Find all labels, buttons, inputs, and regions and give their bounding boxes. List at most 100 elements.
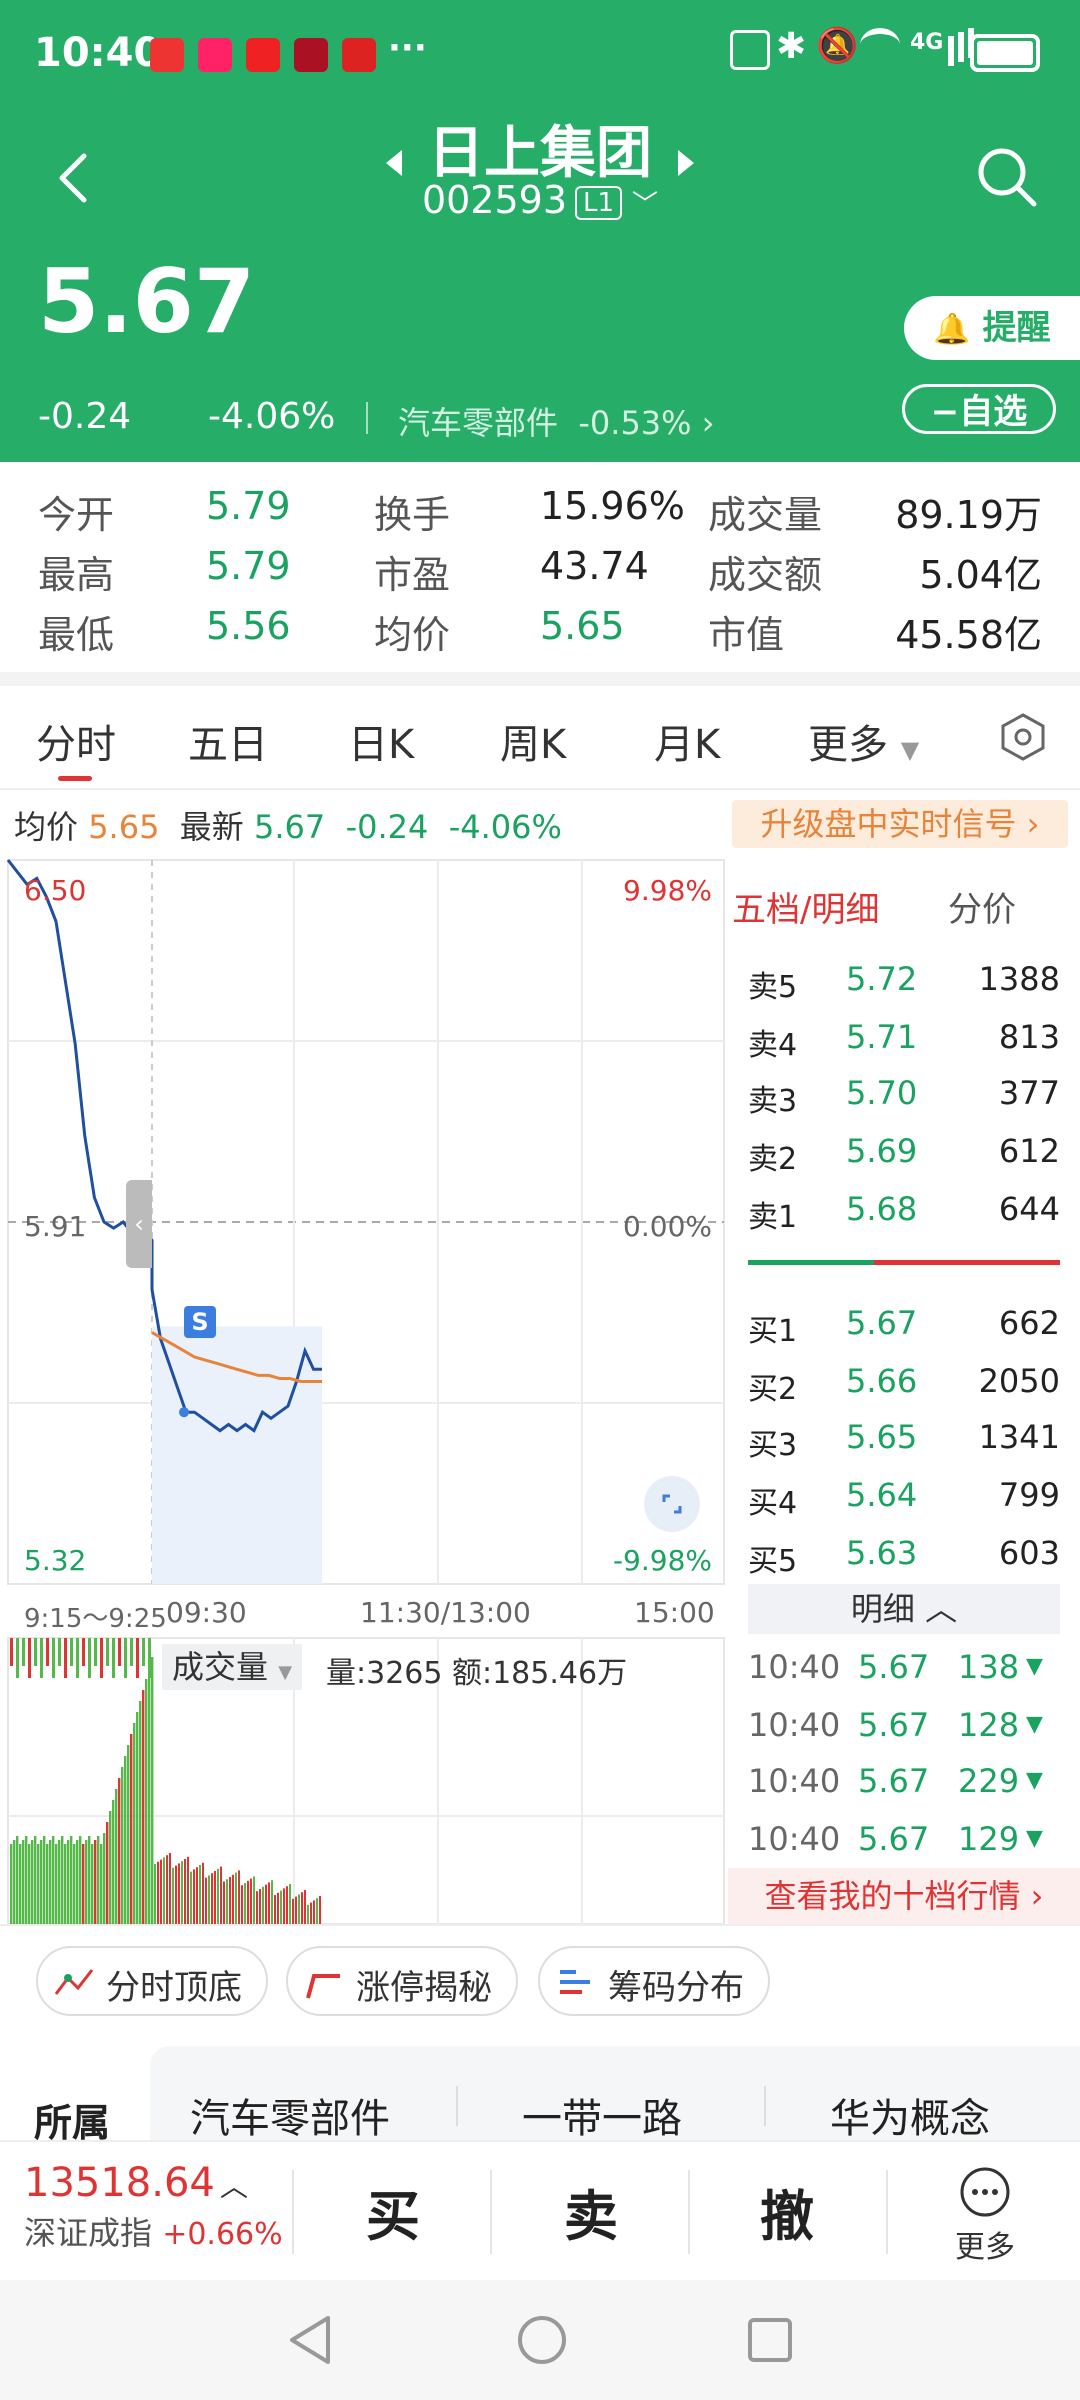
volume-bar <box>271 1880 273 1924</box>
sell-signal-marker[interactable]: S <box>184 1306 216 1338</box>
volume-bar <box>298 1894 300 1924</box>
remind-button[interactable]: 🔔 提醒 <box>904 296 1080 360</box>
volume-bar <box>31 1840 34 1924</box>
volume-bar <box>49 1840 52 1924</box>
tick-price: 5.67 <box>858 1648 930 1686</box>
volume-bar <box>142 1690 145 1924</box>
volume-bar <box>145 1679 148 1924</box>
sell5-price: 5.72 <box>846 960 918 998</box>
volume-bar <box>124 1638 127 1678</box>
volume-bar <box>79 1836 82 1924</box>
sector-link[interactable]: 汽车零部件 -0.53% › <box>398 398 715 444</box>
divider <box>886 2170 888 2254</box>
volume-bar <box>313 1900 315 1924</box>
sell3-price: 5.70 <box>846 1074 918 1112</box>
down-arrow-icon: ▼ <box>1026 1826 1043 1851</box>
volume-bar <box>106 1822 109 1924</box>
tab-indicator <box>58 776 92 781</box>
search-icon[interactable] <box>976 146 1038 208</box>
volume-bar <box>130 1734 133 1924</box>
stat-label: 成交额 <box>708 553 823 597</box>
volume-bar <box>295 1896 297 1924</box>
bell-icon: 🔔 <box>933 312 971 347</box>
volume-bar <box>118 1638 121 1666</box>
volume-bar <box>310 1902 312 1924</box>
volume-bar <box>73 1844 76 1924</box>
sell3-label: 卖3 <box>748 1084 798 1119</box>
tab-orderbook[interactable]: 五档/明细 <box>732 882 879 931</box>
tick-vol: 128 <box>958 1706 1020 1744</box>
concept-item[interactable]: 华为概念 <box>830 2086 990 2144</box>
divider <box>366 402 368 434</box>
chip-distribution-button[interactable]: 筹码分布 <box>538 1946 770 2016</box>
tab-intraday[interactable]: 分时 <box>36 712 116 770</box>
volume-bar <box>133 1723 136 1924</box>
add-watchlist-button[interactable]: −自选 <box>902 384 1056 434</box>
volume-bar <box>112 1800 115 1924</box>
volume-bar <box>292 1898 294 1924</box>
nav-back-icon[interactable] <box>286 2314 334 2366</box>
app-icon <box>246 38 280 72</box>
volume-bar <box>319 1896 321 1924</box>
network-type: 4G <box>910 30 944 55</box>
collapse-handle[interactable]: ‹ <box>126 1180 152 1268</box>
fullscreen-button[interactable] <box>644 1476 700 1532</box>
intraday-top-bottom-button[interactable]: 分时顶底 <box>36 1946 268 2016</box>
more-actions-button[interactable]: 更多 <box>940 2166 1030 2266</box>
tab-weekly-k[interactable]: 周K <box>500 712 566 770</box>
more-dots-icon <box>960 2167 1010 2217</box>
intraday-chart[interactable] <box>0 858 726 1588</box>
volume-bar <box>10 1844 13 1924</box>
bluetooth-icon: ✱ <box>776 26 807 67</box>
volume-bar <box>94 1638 97 1666</box>
volume-bar <box>136 1638 139 1678</box>
volume-bar <box>88 1638 91 1678</box>
pct-top-label: 9.98% <box>623 874 712 907</box>
cancel-order-button[interactable]: 撤 <box>692 2172 882 2251</box>
sell4-price: 5.71 <box>846 1018 918 1056</box>
limit-up-reveal-button[interactable]: 涨停揭秘 <box>286 1946 518 2016</box>
tab-five-day[interactable]: 五日 <box>188 712 268 770</box>
tab-daily-k[interactable]: 日K <box>348 712 414 770</box>
nav-home-icon[interactable] <box>516 2314 568 2366</box>
divider <box>456 2086 458 2126</box>
sell-button[interactable]: 卖 <box>496 2172 686 2251</box>
index-widget[interactable]: 13518.64 ︿ 深证成指 +0.66% <box>24 2160 283 2254</box>
volume-bar <box>268 1882 270 1924</box>
volume-bar <box>211 1873 213 1924</box>
volume-bar <box>214 1871 216 1924</box>
tab-monthly-k[interactable]: 月K <box>654 712 720 770</box>
volume-bar <box>130 1638 133 1666</box>
chip-bars-icon <box>560 1970 590 1994</box>
sell4-vol: 813 <box>998 1018 1060 1056</box>
volume-bar <box>250 1878 252 1924</box>
signal-icon <box>948 36 954 66</box>
buy3-vol: 1341 <box>978 1418 1060 1456</box>
detail-toggle[interactable]: 明细 ︿ <box>748 1584 1060 1634</box>
sell4-label: 卖4 <box>748 1028 798 1063</box>
volume-bar <box>223 1881 225 1924</box>
volume-bar <box>154 1864 156 1924</box>
settings-hex-icon[interactable] <box>998 712 1048 762</box>
volume-bar <box>55 1844 58 1924</box>
nav-recents-icon[interactable] <box>746 2316 794 2364</box>
volume-indicator-select[interactable]: 成交量 ▼ <box>162 1644 303 1690</box>
stat-label: 均价 <box>374 613 451 657</box>
tab-price-dist[interactable]: 分价 <box>948 882 1016 931</box>
detail-label: 明细 <box>850 1590 915 1628</box>
latest-label: 最新 <box>179 808 244 846</box>
buy-button[interactable]: 买 <box>300 2172 486 2251</box>
buy5-price: 5.63 <box>846 1534 918 1572</box>
tab-more[interactable]: 更多 ▼ <box>808 712 919 770</box>
volume-bar <box>19 1844 22 1924</box>
chevron-down-icon: ﹀ <box>632 190 659 220</box>
concept-item[interactable]: 汽车零部件 <box>190 2086 390 2144</box>
volume-bar <box>232 1874 234 1924</box>
step-up-icon <box>306 1974 340 1999</box>
ten-level-link[interactable]: 查看我的十档行情 › <box>728 1868 1080 1924</box>
upgrade-signal-banner[interactable]: 升级盘中实时信号 › <box>732 800 1068 848</box>
stock-code-row[interactable]: 002593 L1 ﹀ <box>0 178 1080 222</box>
buy1-price: 5.67 <box>846 1304 918 1342</box>
concept-item[interactable]: 一带一路 <box>522 2086 682 2144</box>
volume-bar <box>109 1811 112 1924</box>
